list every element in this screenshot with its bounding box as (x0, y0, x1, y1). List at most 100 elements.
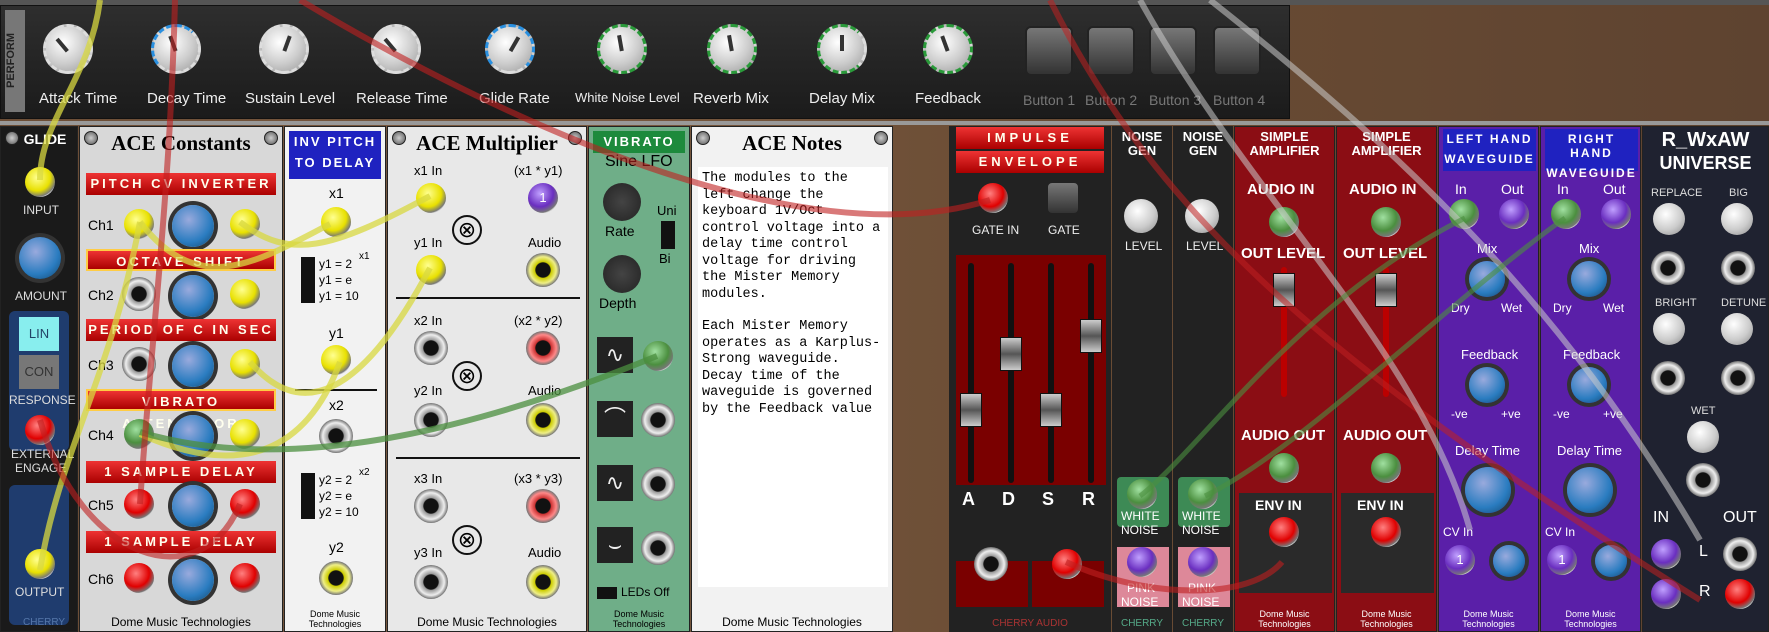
amp1-audio-in-jack[interactable] (1269, 207, 1299, 237)
x1-in-jack[interactable] (416, 183, 446, 213)
wg1-delay-knob[interactable] (1465, 467, 1511, 513)
inv-y1-jack[interactable] (321, 345, 351, 375)
wg2-cv-jack[interactable]: 1 (1547, 545, 1577, 575)
ch2-input-jack[interactable] (122, 277, 156, 311)
ch2-output-jack[interactable] (230, 279, 260, 309)
wg2-delay-knob[interactable] (1567, 467, 1613, 513)
wg1-feedback-knob[interactable] (1469, 367, 1505, 403)
y2-in-jack[interactable] (414, 403, 448, 437)
amp2-env-in-jack[interactable] (1371, 517, 1401, 547)
noise2-pink-jack[interactable] (1188, 547, 1218, 577)
vibrato-out-2-jack[interactable] (641, 403, 675, 437)
gate-button[interactable] (1046, 181, 1080, 215)
ch4-input-jack[interactable] (124, 419, 154, 449)
vibrato-out-3-jack[interactable] (641, 467, 675, 501)
wg1-out-jack[interactable] (1499, 199, 1529, 229)
glide-input-jack[interactable] (25, 167, 55, 197)
env-out-1-jack[interactable] (974, 547, 1008, 581)
feedback-knob[interactable] (923, 24, 973, 74)
prod3-jack[interactable] (526, 489, 560, 523)
wg1-mix-knob[interactable] (1469, 261, 1505, 297)
amp2-out-level-fader[interactable] (1375, 273, 1397, 307)
ch5-output-jack[interactable] (230, 489, 260, 519)
notes-text-area[interactable]: The modules to the left change the keybo… (698, 167, 888, 587)
audio3-jack[interactable] (526, 565, 560, 599)
universe-out-l-jack[interactable] (1723, 537, 1757, 571)
adsr-r-fader[interactable] (1080, 318, 1102, 353)
decay-time-knob[interactable] (151, 24, 201, 74)
wg1-in-jack[interactable] (1449, 199, 1479, 229)
lin-button[interactable]: LIN (19, 317, 59, 351)
amp1-out-level-fader[interactable] (1273, 273, 1295, 307)
noise1-level-knob[interactable] (1124, 199, 1158, 233)
universe-in-l-jack[interactable] (1651, 539, 1681, 569)
inv-x1-jack[interactable] (321, 207, 351, 237)
ch3-knob[interactable] (172, 345, 214, 387)
wg2-cv-knob[interactable] (1595, 545, 1627, 577)
amp2-audio-out-jack[interactable] (1371, 453, 1401, 483)
vibrato-out-1-jack[interactable] (643, 341, 673, 371)
wg2-out-jack[interactable] (1601, 199, 1631, 229)
bright-cv-jack[interactable] (1651, 361, 1685, 395)
ch5-knob[interactable] (172, 485, 214, 527)
glide-rate-knob[interactable] (485, 24, 535, 74)
noise2-level-knob[interactable] (1185, 199, 1219, 233)
env-out-2-jack[interactable] (1052, 549, 1082, 579)
y1-in-jack[interactable] (416, 255, 446, 285)
white-noise-level-knob[interactable] (597, 24, 647, 74)
gate-in-jack[interactable] (978, 183, 1008, 213)
perform-button-1[interactable] (1025, 26, 1073, 76)
vibrato-out-4-jack[interactable] (641, 531, 675, 565)
ch6-knob[interactable] (172, 559, 214, 601)
ch1-output-jack[interactable] (230, 209, 260, 239)
glide-amount-knob[interactable] (19, 237, 61, 279)
ch4-output-jack[interactable] (230, 419, 260, 449)
inv-y2-jack[interactable] (319, 561, 353, 595)
wg1-cv-knob[interactable] (1493, 545, 1525, 577)
inv-func-switch-2[interactable] (301, 473, 315, 519)
adsr-d-fader[interactable] (1000, 337, 1022, 372)
prod2-jack[interactable] (526, 331, 560, 365)
replace-cv-jack[interactable] (1651, 251, 1685, 285)
amp1-audio-out-jack[interactable] (1269, 453, 1299, 483)
universe-in-r-jack[interactable] (1651, 579, 1681, 609)
universe-out-r-jack[interactable] (1725, 579, 1755, 609)
amp2-audio-in-jack[interactable] (1371, 207, 1401, 237)
attack-time-knob[interactable] (43, 24, 93, 74)
noise1-white-jack[interactable] (1127, 479, 1157, 509)
noise2-white-jack[interactable] (1188, 479, 1218, 509)
release-time-knob[interactable] (371, 24, 421, 74)
perform-button-4[interactable] (1213, 26, 1261, 76)
replace-knob[interactable] (1653, 203, 1685, 235)
ch2-knob[interactable] (172, 275, 214, 317)
wg2-mix-knob[interactable] (1571, 261, 1607, 297)
ch4-knob[interactable] (172, 415, 214, 457)
ch6-output-jack[interactable] (230, 563, 260, 593)
detune-cv-jack[interactable] (1721, 361, 1755, 395)
noise1-pink-jack[interactable] (1127, 547, 1157, 577)
ch3-input-jack[interactable] (122, 347, 156, 381)
amp1-env-in-jack[interactable] (1269, 517, 1299, 547)
depth-knob[interactable] (603, 255, 641, 293)
wg2-in-jack[interactable] (1551, 199, 1581, 229)
leds-off-switch[interactable] (597, 587, 617, 599)
perform-button-3[interactable] (1149, 26, 1197, 76)
sustain-level-knob[interactable] (259, 24, 309, 74)
inv-x2-jack[interactable] (319, 419, 353, 453)
delay-mix-knob[interactable] (817, 24, 867, 74)
external-engage-jack[interactable] (25, 415, 55, 445)
reverb-mix-knob[interactable] (707, 24, 757, 74)
prod1-jack[interactable]: 1 (528, 183, 558, 213)
bright-knob[interactable] (1653, 313, 1685, 345)
adsr-a-fader[interactable] (960, 393, 982, 428)
wet-cv-jack[interactable] (1686, 463, 1720, 497)
x2-in-jack[interactable] (414, 331, 448, 365)
detune-knob[interactable] (1721, 313, 1753, 345)
inv-func-switch-1[interactable] (301, 257, 315, 303)
wg1-cv-jack[interactable]: 1 (1445, 545, 1475, 575)
wet-knob[interactable] (1687, 421, 1719, 453)
ch1-knob[interactable] (172, 205, 214, 247)
con-button[interactable]: CON (19, 355, 59, 389)
ch6-input-jack[interactable] (124, 563, 154, 593)
y3-in-jack[interactable] (414, 565, 448, 599)
